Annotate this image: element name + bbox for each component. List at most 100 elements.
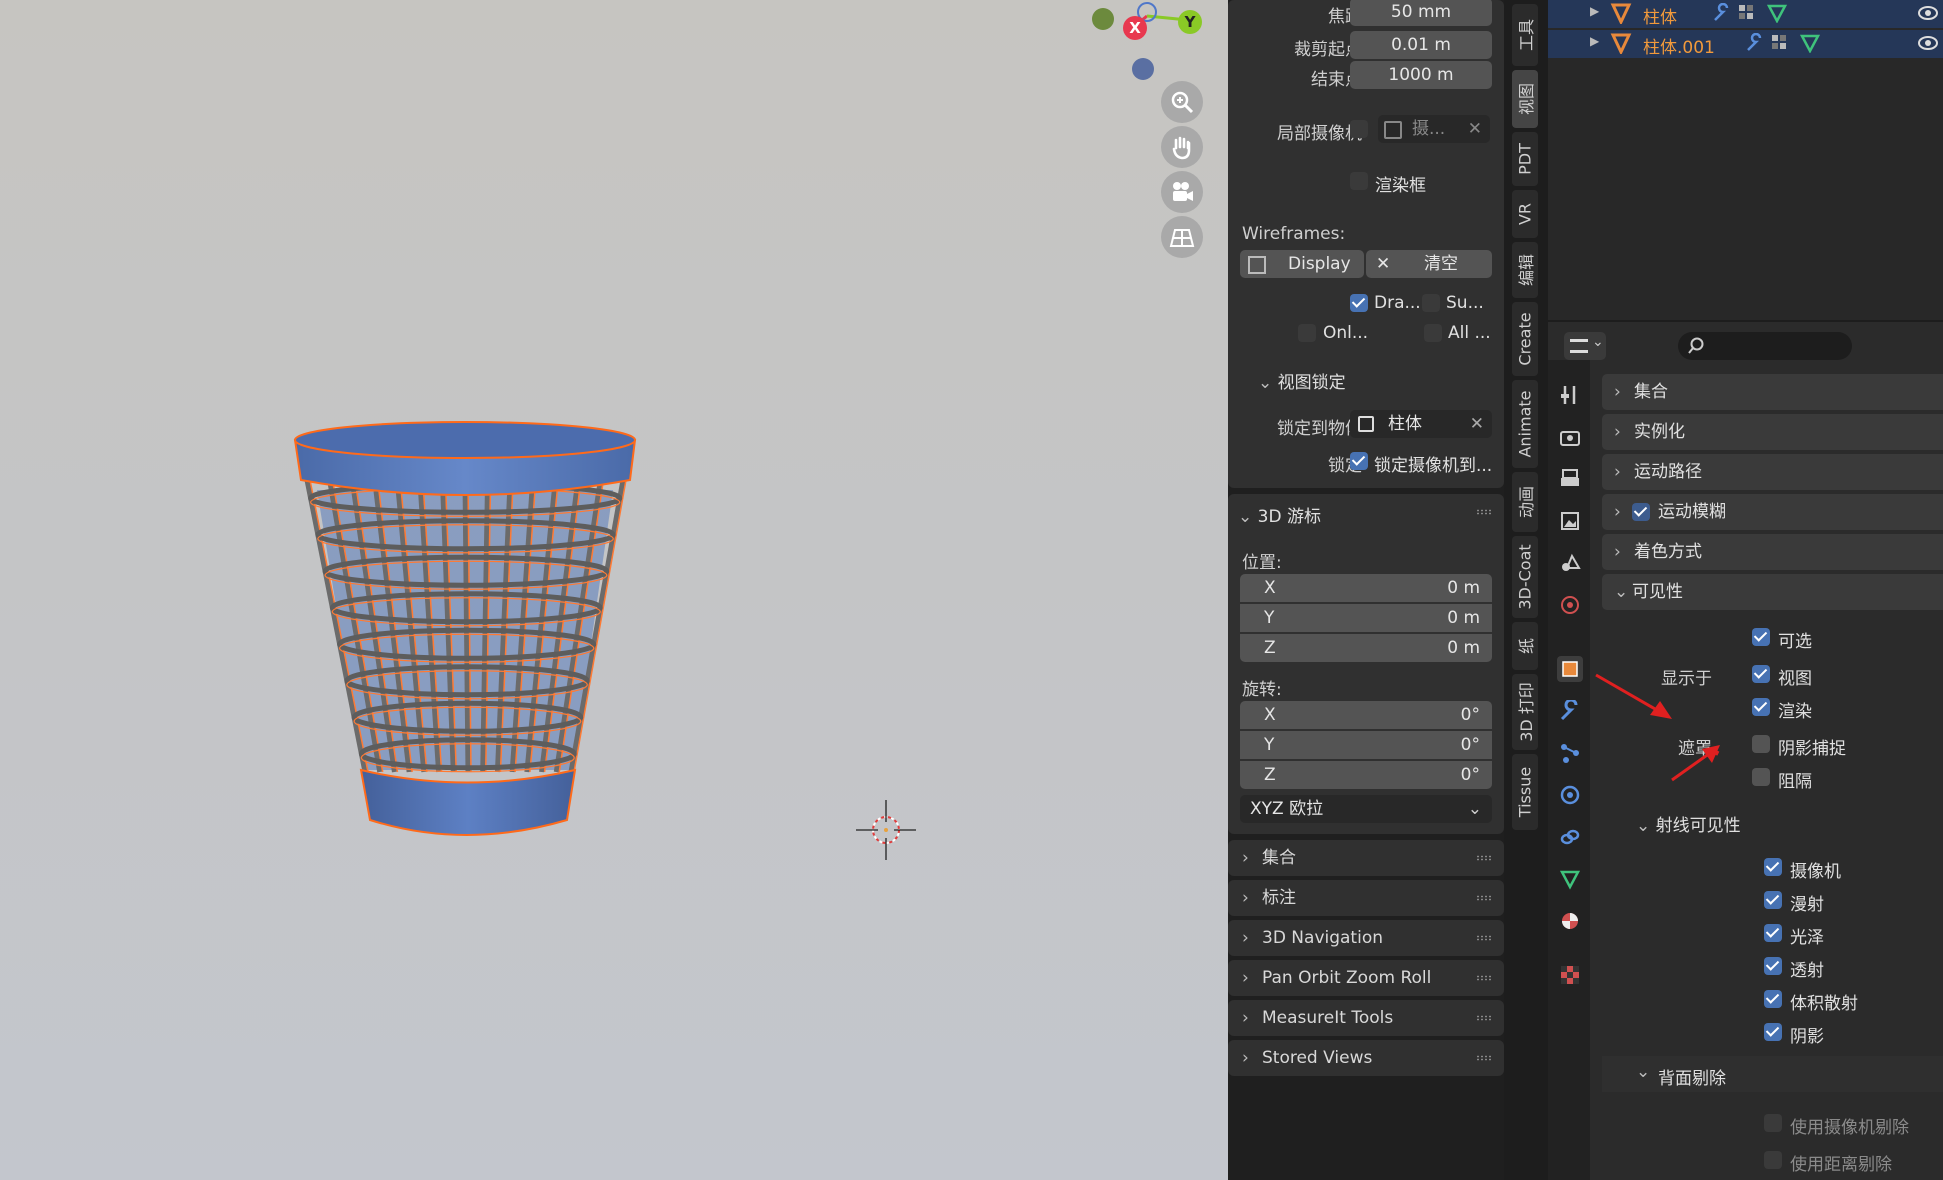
local-camera-checkbox[interactable] — [1350, 120, 1368, 138]
collection-panel-header[interactable]: › 集合 — [1228, 840, 1504, 876]
render-region-checkbox[interactable] — [1350, 172, 1368, 190]
wastebasket-model[interactable] — [285, 410, 645, 855]
shading-section-header[interactable]: › 着色方式 — [1602, 534, 1943, 570]
render-properties-icon[interactable] — [1557, 424, 1583, 450]
outliner-item-name[interactable]: 柱体 — [1643, 3, 1677, 28]
focal-length-field[interactable]: 50 mm — [1350, 0, 1492, 26]
3d-cursor-panel-header[interactable]: ⌄ 3D 游标 — [1238, 502, 1321, 527]
show-in-render-checkbox[interactable] — [1752, 698, 1770, 716]
visibility-section-header[interactable]: ⌄ 可见性 — [1602, 574, 1943, 610]
stored-views-panel-header[interactable]: › Stored Views — [1228, 1040, 1504, 1076]
selectable-checkbox[interactable] — [1752, 628, 1770, 646]
eye-icon[interactable] — [1916, 33, 1940, 53]
instancing-section-header[interactable]: › 实例化 — [1602, 414, 1943, 450]
pan-orbit-zoom-roll-panel-header[interactable]: › Pan Orbit Zoom Roll — [1228, 960, 1504, 996]
expand-arrow-icon[interactable]: ▶ — [1590, 34, 1599, 48]
tab-view[interactable]: 视图 — [1512, 70, 1538, 128]
gizmo-neg-z-ball[interactable] — [1132, 58, 1154, 80]
expand-arrow-icon[interactable]: ▶ — [1590, 4, 1599, 18]
editor-type-dropdown[interactable]: ⌄ — [1564, 332, 1606, 360]
cursor-loc-z-field[interactable]: Z 0 m — [1240, 634, 1492, 662]
outliner-row[interactable]: ▶ 柱体.001 — [1548, 30, 1943, 58]
drag-handle-icon[interactable] — [1476, 855, 1492, 861]
hand-pan-icon[interactable] — [1161, 126, 1203, 168]
zoom-icon[interactable] — [1161, 81, 1203, 123]
onl-checkbox[interactable] — [1298, 324, 1316, 342]
tab-animate[interactable]: Animate — [1512, 380, 1538, 468]
constraints-properties-icon[interactable] — [1557, 824, 1583, 850]
annotation-panel-header[interactable]: › 标注 — [1228, 880, 1504, 916]
vertex-groups-icon[interactable] — [1737, 3, 1759, 23]
lock-object-field[interactable]: 柱体 ✕ — [1350, 410, 1492, 438]
tool-settings-icon[interactable] — [1557, 382, 1583, 408]
lock-camera-checkbox[interactable] — [1350, 452, 1368, 470]
texture-properties-icon[interactable] — [1557, 962, 1583, 988]
all-checkbox[interactable] — [1424, 324, 1442, 342]
particles-properties-icon[interactable] — [1557, 740, 1583, 766]
clear-local-camera-icon[interactable]: ✕ — [1468, 115, 1482, 143]
scene-properties-icon[interactable] — [1557, 550, 1583, 576]
su-checkbox[interactable] — [1422, 294, 1440, 312]
motion-blur-checkbox[interactable] — [1632, 503, 1650, 521]
cursor-loc-y-field[interactable]: Y 0 m — [1240, 604, 1492, 632]
object-properties-icon[interactable] — [1557, 656, 1583, 682]
mesh-data-icon[interactable] — [1799, 33, 1821, 53]
clear-lock-object-icon[interactable]: ✕ — [1470, 410, 1484, 438]
ray-camera-checkbox[interactable] — [1764, 858, 1782, 876]
outliner-row[interactable]: ▶ 柱体 — [1548, 0, 1943, 28]
shadow-catcher-checkbox[interactable] — [1752, 735, 1770, 753]
grid-icon[interactable] — [1161, 216, 1203, 258]
local-camera-field[interactable]: 摄... ✕ — [1378, 115, 1490, 143]
wrench-icon[interactable] — [1744, 33, 1764, 53]
physics-properties-icon[interactable] — [1557, 782, 1583, 808]
camera-icon[interactable] — [1161, 171, 1203, 213]
gizmo-neg-y-ball[interactable] — [1092, 8, 1114, 30]
material-properties-icon[interactable] — [1557, 908, 1583, 934]
show-in-viewport-checkbox[interactable] — [1752, 665, 1770, 683]
view-lock-subpanel-header[interactable]: ⌄ 视图锁定 — [1258, 368, 1346, 393]
outliner[interactable]: ▶ 柱体 ▶ 柱体.001 — [1548, 0, 1943, 320]
rotation-mode-dropdown[interactable]: XYZ 欧拉 ⌄ — [1240, 795, 1492, 823]
motion-paths-section-header[interactable]: › 运动路径 — [1602, 454, 1943, 490]
drag-handle-icon[interactable] — [1476, 1055, 1492, 1061]
ray-diffuse-checkbox[interactable] — [1764, 891, 1782, 909]
cursor-rot-z-field[interactable]: Z 0° — [1240, 761, 1492, 789]
outliner-item-name[interactable]: 柱体.001 — [1643, 33, 1715, 58]
clip-end-field[interactable]: 1000 m — [1350, 61, 1492, 89]
motion-blur-section-header[interactable]: › 运动模糊 — [1602, 494, 1943, 530]
tab-3d-print[interactable]: 3D 打印 — [1512, 674, 1538, 750]
output-properties-icon[interactable] — [1557, 466, 1583, 492]
distance-cull-checkbox[interactable] — [1764, 1151, 1782, 1169]
tab-vr[interactable]: VR — [1512, 190, 1538, 238]
mesh-data-properties-icon[interactable] — [1557, 866, 1583, 892]
collection-section-header[interactable]: › 集合 — [1602, 374, 1943, 410]
tab-paper[interactable]: 纸 — [1512, 622, 1538, 670]
drag-handle-icon[interactable] — [1476, 1015, 1492, 1021]
3d-viewport[interactable]: X Y — [0, 0, 1228, 1180]
vertex-groups-icon[interactable] — [1770, 33, 1792, 53]
mesh-data-icon[interactable] — [1766, 3, 1788, 23]
tab-tissue[interactable]: Tissue — [1512, 754, 1538, 830]
ray-transmission-checkbox[interactable] — [1764, 957, 1782, 975]
cursor-rot-y-field[interactable]: Y 0° — [1240, 731, 1492, 759]
clip-start-field[interactable]: 0.01 m — [1350, 31, 1492, 59]
dra-checkbox[interactable] — [1350, 294, 1368, 312]
3d-cursor-icon[interactable] — [856, 800, 916, 860]
holdout-checkbox[interactable] — [1752, 768, 1770, 786]
drag-handle-icon[interactable] — [1476, 935, 1492, 941]
modifier-properties-icon[interactable] — [1557, 698, 1583, 724]
ray-glossy-checkbox[interactable] — [1764, 924, 1782, 942]
gizmo-x-ball[interactable]: X — [1123, 16, 1147, 40]
drag-handle-icon[interactable] — [1476, 975, 1492, 981]
ray-volume-scatter-checkbox[interactable] — [1764, 990, 1782, 1008]
eye-icon[interactable] — [1916, 3, 1940, 23]
tab-create[interactable]: Create — [1512, 302, 1538, 376]
tab-3d-coat[interactable]: 3D-Coat — [1512, 536, 1538, 618]
wrench-icon[interactable] — [1711, 3, 1731, 23]
tab-animation[interactable]: 动画 — [1512, 472, 1538, 532]
gizmo-y-ball[interactable]: Y — [1178, 10, 1202, 34]
cursor-loc-x-field[interactable]: X 0 m — [1240, 574, 1492, 602]
measureit-tools-panel-header[interactable]: › MeasureIt Tools — [1228, 1000, 1504, 1036]
view-layer-properties-icon[interactable] — [1557, 508, 1583, 534]
wireframes-clear-button[interactable]: ✕ 清空 — [1366, 250, 1492, 278]
